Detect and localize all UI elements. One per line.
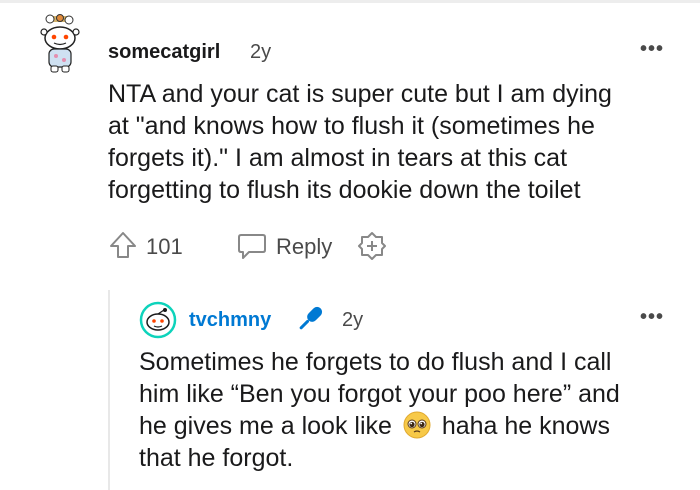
upvote-count: 101 [146,234,183,259]
reply-avatar[interactable] [139,301,177,339]
award-icon[interactable] [356,230,388,262]
reply-body-line-1: Sometimes he forgets to do flush and I c… [139,348,612,376]
pleading-face-emoji-icon [403,411,431,439]
reply-body-line-3-start: he gives me a look like [139,412,392,440]
reply-more-options[interactable]: ••• [640,306,664,329]
reply-body-line-3-end: haha he knows [441,412,610,440]
snoo-avatar[interactable] [38,14,82,74]
comment-more-options[interactable]: ••• [640,38,664,61]
reply-icon[interactable] [236,231,268,261]
upvote-icon[interactable] [108,230,138,260]
reply-username[interactable]: tvchmny [189,309,271,332]
thread-line[interactable] [108,290,110,490]
comment-age: 2y [250,41,272,63]
reply-body-line-2: him like “Ben you forgot your poo here” … [139,380,620,408]
reply-age: 2y [342,309,364,331]
microphone-icon [299,306,323,330]
comment-username[interactable]: somecatgirl [108,41,220,64]
comment-body: NTA and your cat is super cute but I am … [108,80,612,204]
reply-body-line-4: that he forgot. [139,444,294,472]
reply-button[interactable]: Reply [276,234,332,260]
top-divider [0,0,700,3]
reply-body-line-3: he gives me a look like haha he knows [139,410,689,442]
